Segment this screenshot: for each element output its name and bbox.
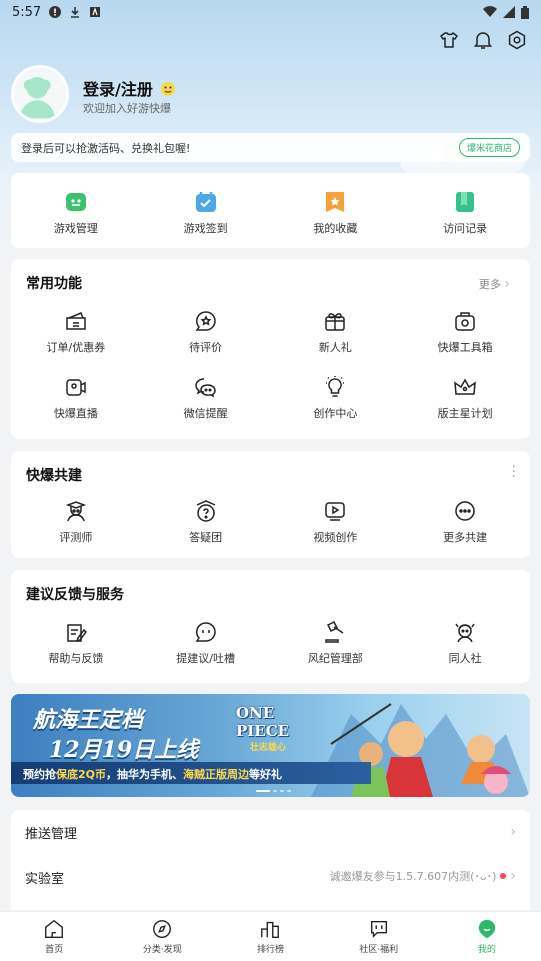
- bottom-tab-bar: 首页 分类·发现 排行榜 社区·福利 我的: [0, 911, 541, 961]
- toolbox-button[interactable]: 快爆工具箱: [400, 309, 530, 355]
- live-icon: [66, 379, 86, 396]
- status-bar: 5:57: [0, 0, 541, 24]
- tab-profile[interactable]: 我的: [433, 912, 541, 961]
- section-title: 快爆共建: [26, 468, 82, 484]
- help-feedback-button[interactable]: 帮助与反馈: [11, 620, 141, 666]
- video-icon: [325, 502, 346, 521]
- section-title: 常用功能: [26, 276, 82, 292]
- qa-team-button[interactable]: 答疑团: [141, 499, 271, 545]
- gift-icon: [325, 313, 346, 331]
- wechat-reminder-button[interactable]: 微信提醒: [141, 375, 271, 421]
- tab-discover[interactable]: 分类·发现: [108, 912, 216, 961]
- feedback-service-card: 建议反馈与服务 帮助与反馈 提建议/吐槽 风纪管理部 同人社: [11, 570, 530, 683]
- banner-promo-strip: 预约抢保底2Q币，抽华为手机、海贼正版周边等好礼: [11, 762, 371, 784]
- review-icon: [195, 311, 216, 331]
- coupon-icon: [66, 312, 86, 330]
- my-favorites-button[interactable]: 我的收藏: [271, 190, 401, 236]
- game-checkin-button[interactable]: 游戏签到: [141, 190, 271, 236]
- banner-pager: [256, 790, 291, 792]
- community-icon: [370, 920, 387, 938]
- login-tip-bar: 登录后可以抢激活码、兑换礼包喔! 爆米花商店: [11, 133, 530, 162]
- banner-subtitle: 12月19日上线: [49, 737, 199, 763]
- tip-text: 登录后可以抢激活码、兑换礼包喔!: [21, 141, 191, 155]
- signal-icon: [503, 6, 515, 18]
- welcome-text: 欢迎加入好游快爆: [83, 102, 171, 115]
- red-dot-badge: [500, 873, 507, 879]
- fan-club-icon: [455, 623, 475, 643]
- history-icon: [456, 192, 475, 212]
- reviewer-icon: [65, 501, 87, 522]
- alert-icon: [49, 6, 62, 18]
- gavel-icon: [325, 620, 344, 643]
- video-creation-button[interactable]: 视频创作: [271, 499, 401, 545]
- live-stream-button[interactable]: 快爆直播: [11, 375, 141, 421]
- fan-club-button[interactable]: 同人社: [400, 620, 530, 666]
- push-settings-row[interactable]: 推送管理 ›: [11, 810, 530, 854]
- reviewer-button[interactable]: 评测师: [11, 499, 141, 545]
- creator-center-button[interactable]: 创作中心: [271, 375, 401, 421]
- common-functions-card: 常用功能 更多 › 订单/优惠券 待评价 新人礼 快爆工具箱 快爆直播 微信提醒: [11, 259, 530, 439]
- avatar[interactable]: [11, 65, 69, 123]
- ranking-icon: [261, 921, 280, 938]
- suggestion-button[interactable]: 提建议/吐槽: [141, 620, 271, 666]
- wifi-icon: [483, 6, 497, 18]
- status-time: 5:57: [12, 4, 42, 20]
- chevron-right-icon: ›: [510, 824, 516, 840]
- chevron-right-icon: ›: [510, 868, 516, 884]
- chevron-right-icon: ›: [504, 276, 510, 292]
- profile-icon: [478, 919, 496, 939]
- orders-coupons-button[interactable]: 订单/优惠券: [11, 309, 141, 355]
- battery-icon: [521, 5, 529, 19]
- visit-history-button[interactable]: 访问记录: [400, 190, 530, 236]
- discipline-dept-button[interactable]: 风纪管理部: [271, 620, 401, 666]
- tab-home[interactable]: 首页: [0, 912, 108, 961]
- crown-icon: [454, 378, 477, 395]
- promo-banner[interactable]: 航海王定档 12月19日上线 ONE PIECE 壮志雄心 预约抢保底2Q币，抽…: [11, 694, 530, 797]
- download-icon: [71, 7, 80, 18]
- moderator-star-plan-button[interactable]: 版主星计划: [400, 375, 530, 421]
- game-manage-button[interactable]: 游戏管理: [11, 190, 141, 236]
- tab-ranking[interactable]: 排行榜: [216, 912, 324, 961]
- compass-icon: [153, 920, 172, 938]
- help-icon: [67, 624, 87, 643]
- gamepad-icon: [65, 193, 86, 211]
- home-icon: [45, 919, 64, 938]
- one-piece-logo: ONE PIECE 壮志雄心: [236, 704, 290, 753]
- toolbox-icon: [455, 312, 475, 331]
- header-actions: [439, 30, 527, 50]
- settings-icon[interactable]: [507, 30, 527, 50]
- newcomer-gift-button[interactable]: 新人礼: [271, 309, 401, 355]
- default-avatar-icon: [19, 76, 56, 119]
- app-badge-icon: [90, 7, 101, 17]
- outfit-icon[interactable]: [439, 30, 459, 50]
- quick-access-card: 游戏管理 游戏签到 我的收藏 访问记录: [11, 173, 530, 248]
- more-cobuild-button[interactable]: 更多共建: [400, 499, 530, 545]
- more-options-icon[interactable]: · · ·: [512, 460, 516, 484]
- section-title: 建议反馈与服务: [26, 587, 124, 603]
- wechat-icon: [194, 378, 216, 398]
- popcorn-shop-button[interactable]: 爆米花商店: [458, 138, 520, 157]
- suggest-icon: [195, 622, 216, 642]
- question-icon: [196, 500, 215, 522]
- pending-review-button[interactable]: 待评价: [141, 309, 271, 355]
- banner-title: 航海王定档: [33, 707, 144, 733]
- lab-row[interactable]: 实验室 诚邀爆友参与1.5.7.607内测(･ᴗ･) ›: [11, 854, 530, 910]
- checkin-icon: [195, 192, 216, 212]
- co-build-card: 快爆共建 · · · 评测师 答疑团 视频创作 更多共建: [11, 451, 530, 558]
- bulb-icon: [326, 376, 345, 397]
- more-icon: [455, 501, 475, 521]
- favorite-icon: [326, 192, 345, 212]
- tab-community[interactable]: 社区·福利: [325, 912, 433, 961]
- notification-bell-icon[interactable]: [473, 30, 493, 50]
- lab-invite-text: 诚邀爆友参与1.5.7.607内测(･ᴗ･): [329, 870, 497, 883]
- login-register-link[interactable]: 登录/注册: [83, 76, 176, 100]
- more-link[interactable]: 更多 ›: [479, 276, 510, 292]
- smile-icon: [161, 82, 176, 96]
